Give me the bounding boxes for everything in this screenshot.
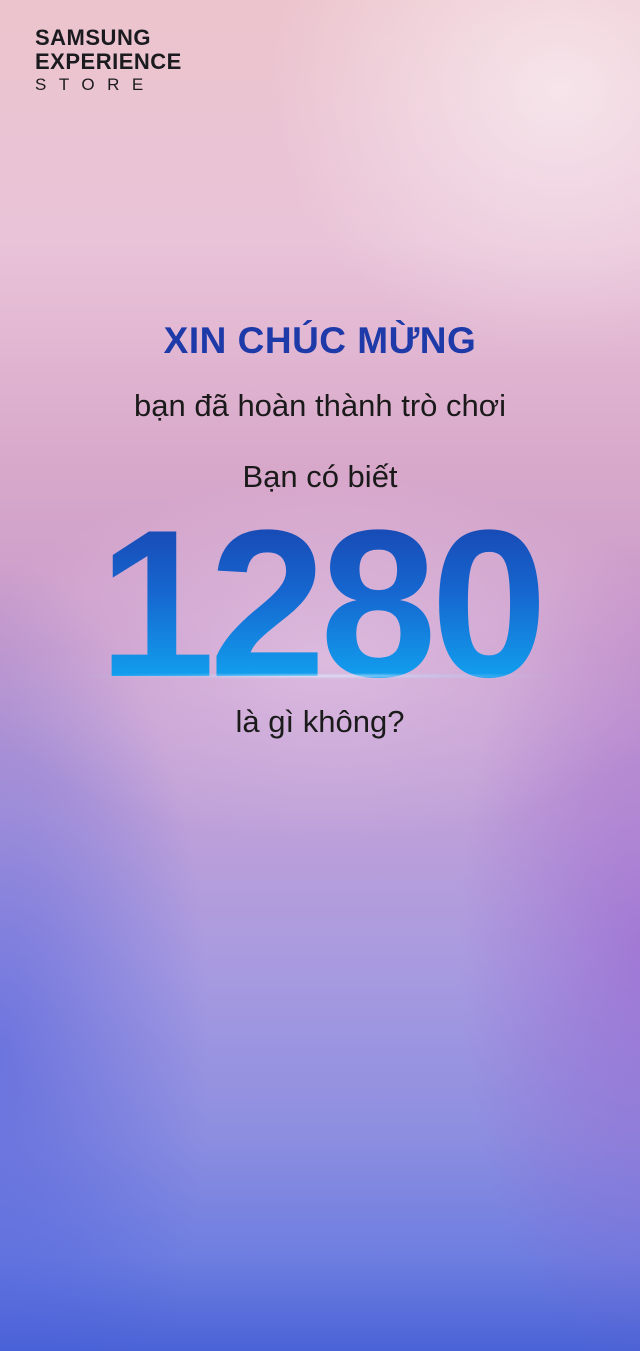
samsung-experience-store-logo: SAMSUNG EXPERIENCE STORE (35, 25, 182, 94)
highlight-number: 1280 (0, 488, 640, 719)
question-outro: là gì không? (235, 704, 405, 739)
logo-line-samsung: SAMSUNG (35, 25, 151, 50)
completion-subtitle: bạn đã hoàn thành trò chơi (134, 388, 506, 423)
logo-line-experience: EXPERIENCE (35, 49, 182, 74)
congratulations-headline: XIN CHÚC MỪNG (163, 320, 477, 361)
light-streak (60, 674, 580, 678)
logo-line-store: STORE (35, 75, 156, 94)
